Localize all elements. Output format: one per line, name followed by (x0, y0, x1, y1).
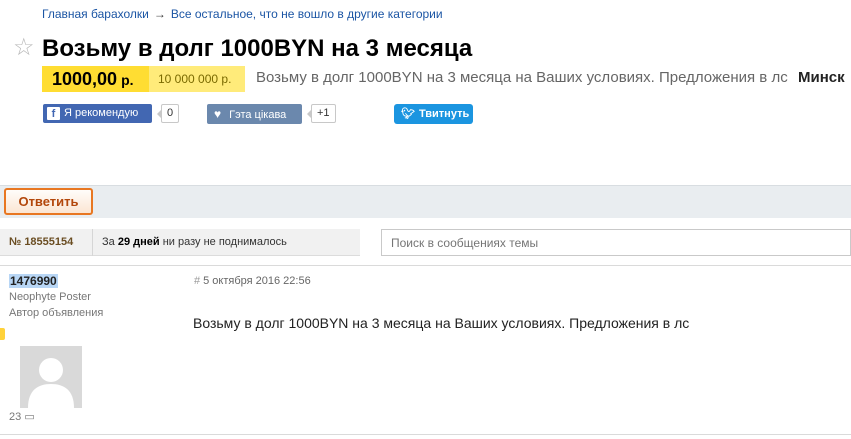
author-badge (0, 328, 5, 340)
facebook-label: Я рекомендую (64, 107, 139, 119)
vk-count: +1 (307, 104, 336, 123)
price-value: 1000,00 (52, 69, 118, 89)
post-date: #5 октября 2016 22:56 (194, 275, 311, 287)
breadcrumb-home-link[interactable]: Главная барахолки (42, 7, 149, 21)
speech-bubble-icon: ▭ (24, 411, 35, 423)
twitter-tweet-button[interactable]: 🐦︎ Твитнуть (394, 104, 473, 124)
post-divider (0, 265, 851, 266)
vk-label: Гэта цікава (229, 109, 287, 121)
vk-like-button[interactable]: ♥ Гэта цікава (207, 104, 302, 124)
author-role: Автор объявления (9, 307, 104, 319)
topic-number: № 18555154 (0, 229, 93, 256)
post-author-link[interactable]: 1476990 (9, 274, 58, 288)
reply-toolbar (0, 185, 851, 218)
topic-age-suffix: ни разу не поднималось (162, 236, 287, 248)
city-label: Минск (798, 69, 845, 86)
avatar[interactable] (20, 346, 82, 408)
author-message-count[interactable]: 23 ▭ (9, 410, 35, 423)
post-bottom-divider (0, 434, 851, 435)
price-current: 1000,00 р. (42, 66, 149, 92)
breadcrumb: Главная барахолки → Все остальное, что не … (42, 7, 443, 21)
topic-age-days: 29 дней (117, 236, 160, 248)
twitter-label: Твитнуть (418, 108, 470, 120)
twitter-bird-icon: 🐦︎ (401, 108, 415, 120)
message-count-value: 23 (9, 411, 22, 423)
post-message: Возьму в долг 1000BYN на 3 месяца на Ваш… (193, 315, 690, 331)
post-permalink-hash[interactable]: # (194, 275, 200, 287)
topic-age-prefix: За (102, 236, 115, 248)
post-date-value: 5 октября 2016 22:56 (203, 275, 311, 287)
facebook-icon: f (47, 107, 60, 120)
default-avatar-icon (20, 346, 82, 408)
page-title: Возьму в долг 1000BYN на 3 месяца (42, 35, 473, 62)
facebook-recommend-button[interactable]: f Я рекомендую (43, 104, 152, 123)
facebook-count: 0 (156, 104, 180, 123)
topic-search-input[interactable] (381, 229, 851, 256)
breadcrumb-category-link[interactable]: Все остальное, что не вошло в другие кат… (171, 7, 443, 21)
price-description: Возьму в долг 1000BYN на 3 месяца на Ваш… (256, 69, 788, 86)
reply-button[interactable]: Ответить (4, 188, 93, 215)
price-currency: р. (121, 72, 134, 88)
price-old: 10 000 000 р. (149, 66, 245, 92)
topic-age: За 29 дней ни разу не поднималось (102, 229, 287, 256)
star-icon[interactable]: ☆ (13, 36, 35, 60)
heart-icon: ♥ (214, 107, 222, 121)
author-rank: Neophyte Poster (9, 291, 91, 303)
breadcrumb-arrow-icon: → (153, 7, 166, 21)
